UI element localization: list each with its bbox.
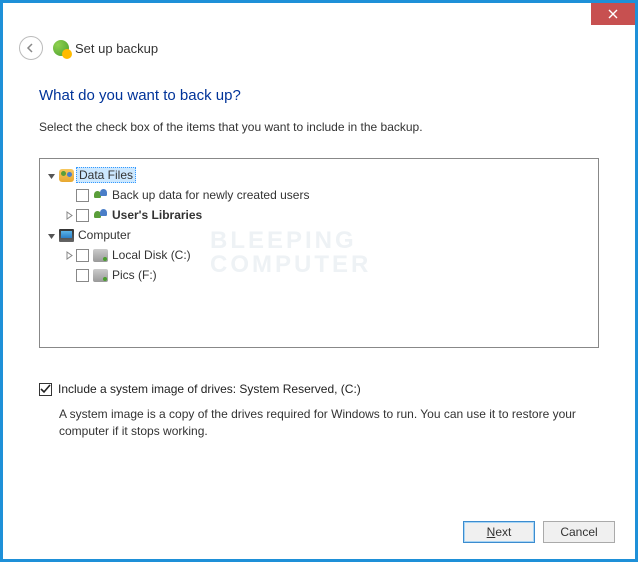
tree-label-local-disk: Local Disk (C:) bbox=[112, 248, 191, 262]
close-icon bbox=[608, 9, 618, 19]
tree-item-computer[interactable]: Computer bbox=[44, 225, 594, 245]
titlebar bbox=[3, 3, 635, 29]
tree-item-backup-new-users[interactable]: Back up data for newly created users bbox=[44, 185, 594, 205]
system-image-section: Include a system image of drives: System… bbox=[39, 382, 599, 440]
page-subtext: Select the check box of the items that y… bbox=[39, 120, 599, 134]
close-button[interactable] bbox=[591, 3, 635, 25]
wizard-window: Set up backup What do you want to back u… bbox=[0, 0, 638, 562]
tree-item-pics-disk[interactable]: Pics (F:) bbox=[44, 265, 594, 285]
footer-buttons: Next Cancel bbox=[463, 521, 615, 543]
tree-label-computer: Computer bbox=[78, 228, 131, 242]
expand-arrow-icon[interactable] bbox=[44, 171, 58, 180]
checkbox-system-image[interactable] bbox=[39, 383, 52, 396]
expand-arrow-icon[interactable] bbox=[62, 211, 76, 220]
system-image-checkbox-row: Include a system image of drives: System… bbox=[39, 382, 599, 396]
disk-icon bbox=[92, 247, 108, 263]
disk-icon bbox=[92, 267, 108, 283]
tree-label-data-files: Data Files bbox=[76, 167, 136, 183]
users-folder-icon bbox=[58, 167, 74, 183]
expand-arrow-icon[interactable] bbox=[44, 231, 58, 240]
tree-item-local-disk[interactable]: Local Disk (C:) bbox=[44, 245, 594, 265]
checkmark-icon bbox=[40, 384, 51, 395]
header-title: Set up backup bbox=[53, 40, 158, 56]
expand-arrow-icon[interactable] bbox=[62, 251, 76, 260]
users-icon bbox=[92, 207, 108, 223]
window-title-text: Set up backup bbox=[75, 41, 158, 56]
back-arrow-icon bbox=[25, 42, 37, 54]
computer-icon bbox=[58, 227, 74, 243]
checkbox-pics-disk[interactable] bbox=[76, 269, 89, 282]
header: Set up backup bbox=[3, 29, 635, 67]
content-area: What do you want to back up? Select the … bbox=[3, 67, 635, 440]
checkbox-backup-new-users[interactable] bbox=[76, 189, 89, 202]
tree-label-users-libraries: User's Libraries bbox=[112, 208, 202, 222]
system-image-description: A system image is a copy of the drives r… bbox=[59, 406, 599, 440]
tree-label-pics-disk: Pics (F:) bbox=[112, 268, 157, 282]
tree-item-data-files[interactable]: Data Files bbox=[44, 165, 594, 185]
checkbox-users-libraries[interactable] bbox=[76, 209, 89, 222]
back-button[interactable] bbox=[19, 36, 43, 60]
tree-view: BLEEPINGCOMPUTER Data Files Back up data… bbox=[39, 158, 599, 348]
system-image-label: Include a system image of drives: System… bbox=[58, 382, 361, 396]
page-heading: What do you want to back up? bbox=[39, 87, 599, 104]
checkbox-local-disk[interactable] bbox=[76, 249, 89, 262]
backup-icon bbox=[53, 40, 69, 56]
tree-label-backup-new-users: Back up data for newly created users bbox=[112, 188, 309, 202]
cancel-button[interactable]: Cancel bbox=[543, 521, 615, 543]
tree-item-users-libraries[interactable]: User's Libraries bbox=[44, 205, 594, 225]
users-icon bbox=[92, 187, 108, 203]
next-button[interactable]: Next bbox=[463, 521, 535, 543]
